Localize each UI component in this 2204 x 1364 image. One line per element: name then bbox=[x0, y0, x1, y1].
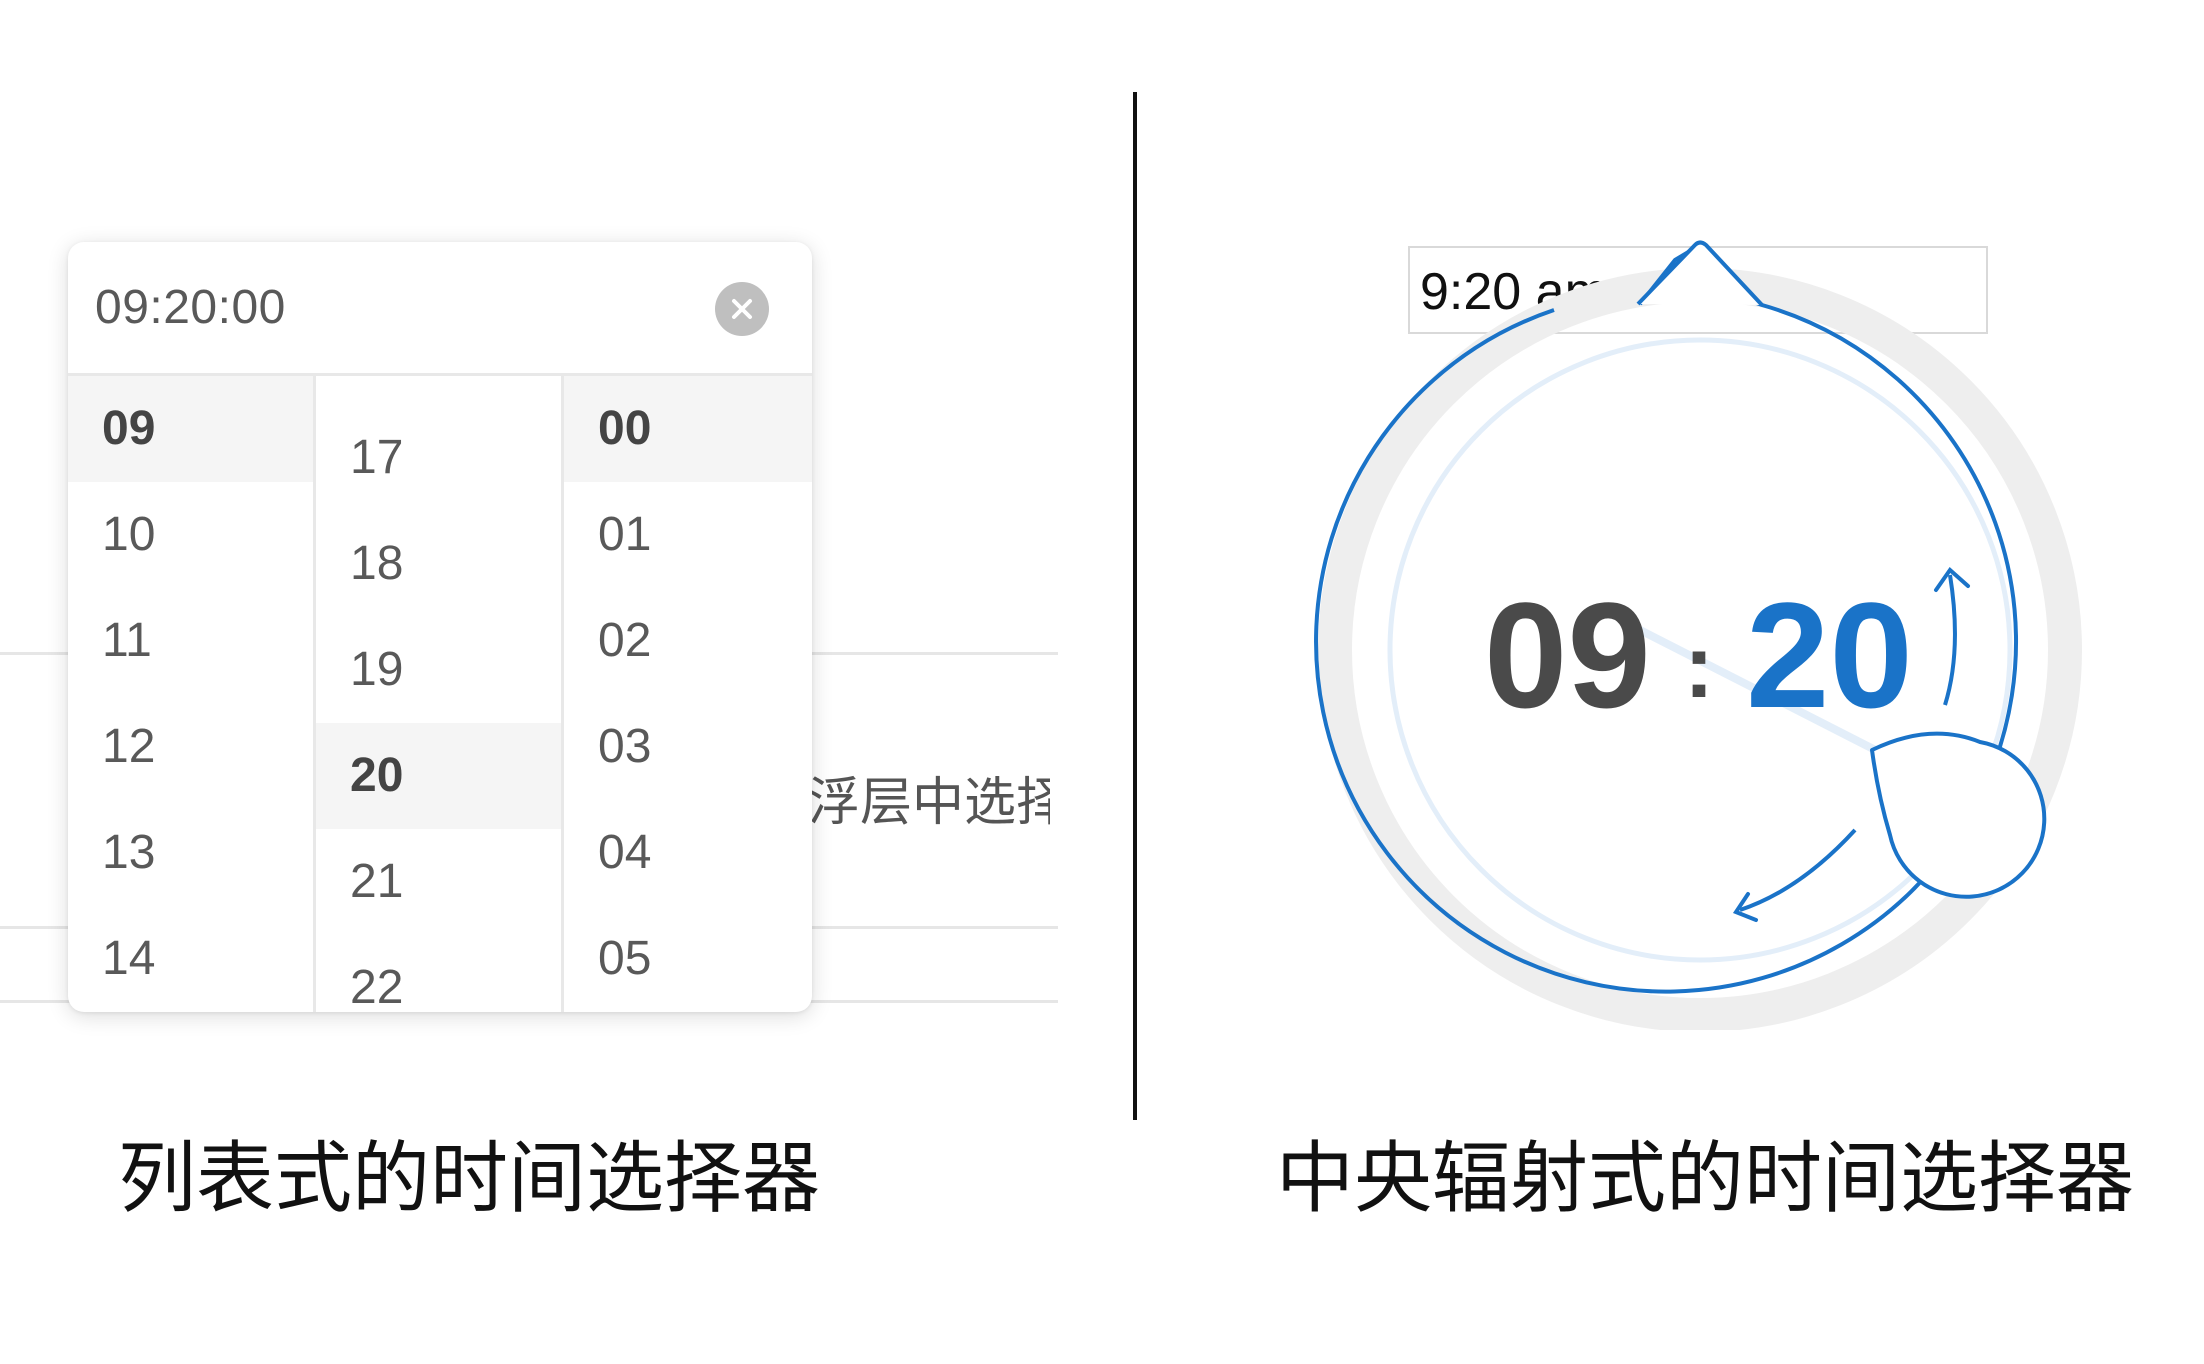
arrow-down-icon bbox=[1739, 828, 1857, 912]
hour-option[interactable]: 13 bbox=[68, 800, 313, 906]
second-option[interactable]: 00 bbox=[564, 376, 812, 482]
close-circle-icon[interactable] bbox=[715, 282, 769, 336]
second-option[interactable]: 04 bbox=[564, 800, 812, 906]
minute-option[interactable]: 19 bbox=[316, 617, 561, 723]
second-option[interactable]: 01 bbox=[564, 482, 812, 588]
minute-column[interactable]: 16 17 18 19 20 21 22 bbox=[316, 376, 564, 1012]
hour-option[interactable]: 12 bbox=[68, 694, 313, 800]
second-option[interactable]: 05 bbox=[564, 906, 812, 1012]
minute-option[interactable]: 18 bbox=[316, 511, 561, 617]
minute-option[interactable]: 17 bbox=[316, 405, 561, 511]
hour-column[interactable]: 09 10 11 12 13 14 bbox=[68, 376, 316, 1012]
second-option[interactable]: 03 bbox=[564, 694, 812, 800]
hour-option[interactable]: 11 bbox=[68, 588, 313, 694]
background-text: 浮层中选择 bbox=[808, 773, 1050, 833]
hour-option[interactable]: 10 bbox=[68, 482, 313, 588]
time-input[interactable]: 09:20:00 bbox=[95, 280, 286, 335]
radial-time-separator: : bbox=[1684, 617, 1714, 717]
hour-option[interactable]: 09 bbox=[68, 376, 313, 482]
second-column[interactable]: 00 01 02 03 04 05 bbox=[564, 376, 812, 1012]
radial-picker-caption: 中央辐射式的时间选择器 bbox=[1276, 1134, 2135, 1224]
section-divider bbox=[1133, 92, 1137, 1120]
minute-option[interactable]: 20 bbox=[316, 723, 561, 829]
hour-option[interactable]: 14 bbox=[68, 906, 313, 1012]
dial-handle[interactable] bbox=[1870, 731, 2047, 899]
radial-minute-value: 20 bbox=[1746, 571, 1913, 739]
minute-option[interactable]: 22 bbox=[316, 935, 561, 1012]
list-picker-caption: 列表式的时间选择器 bbox=[118, 1134, 821, 1224]
arrow-up-icon bbox=[1943, 574, 1957, 706]
minute-option[interactable]: 21 bbox=[316, 829, 561, 935]
radial-hour-value: 09 bbox=[1484, 571, 1651, 739]
list-time-picker: 09:20:00 09 10 11 12 13 14 16 17 18 19 2… bbox=[68, 242, 812, 1012]
minute-option[interactable]: 16 bbox=[316, 376, 561, 405]
picker-header: 09:20:00 bbox=[68, 242, 812, 376]
second-option[interactable]: 02 bbox=[564, 588, 812, 694]
